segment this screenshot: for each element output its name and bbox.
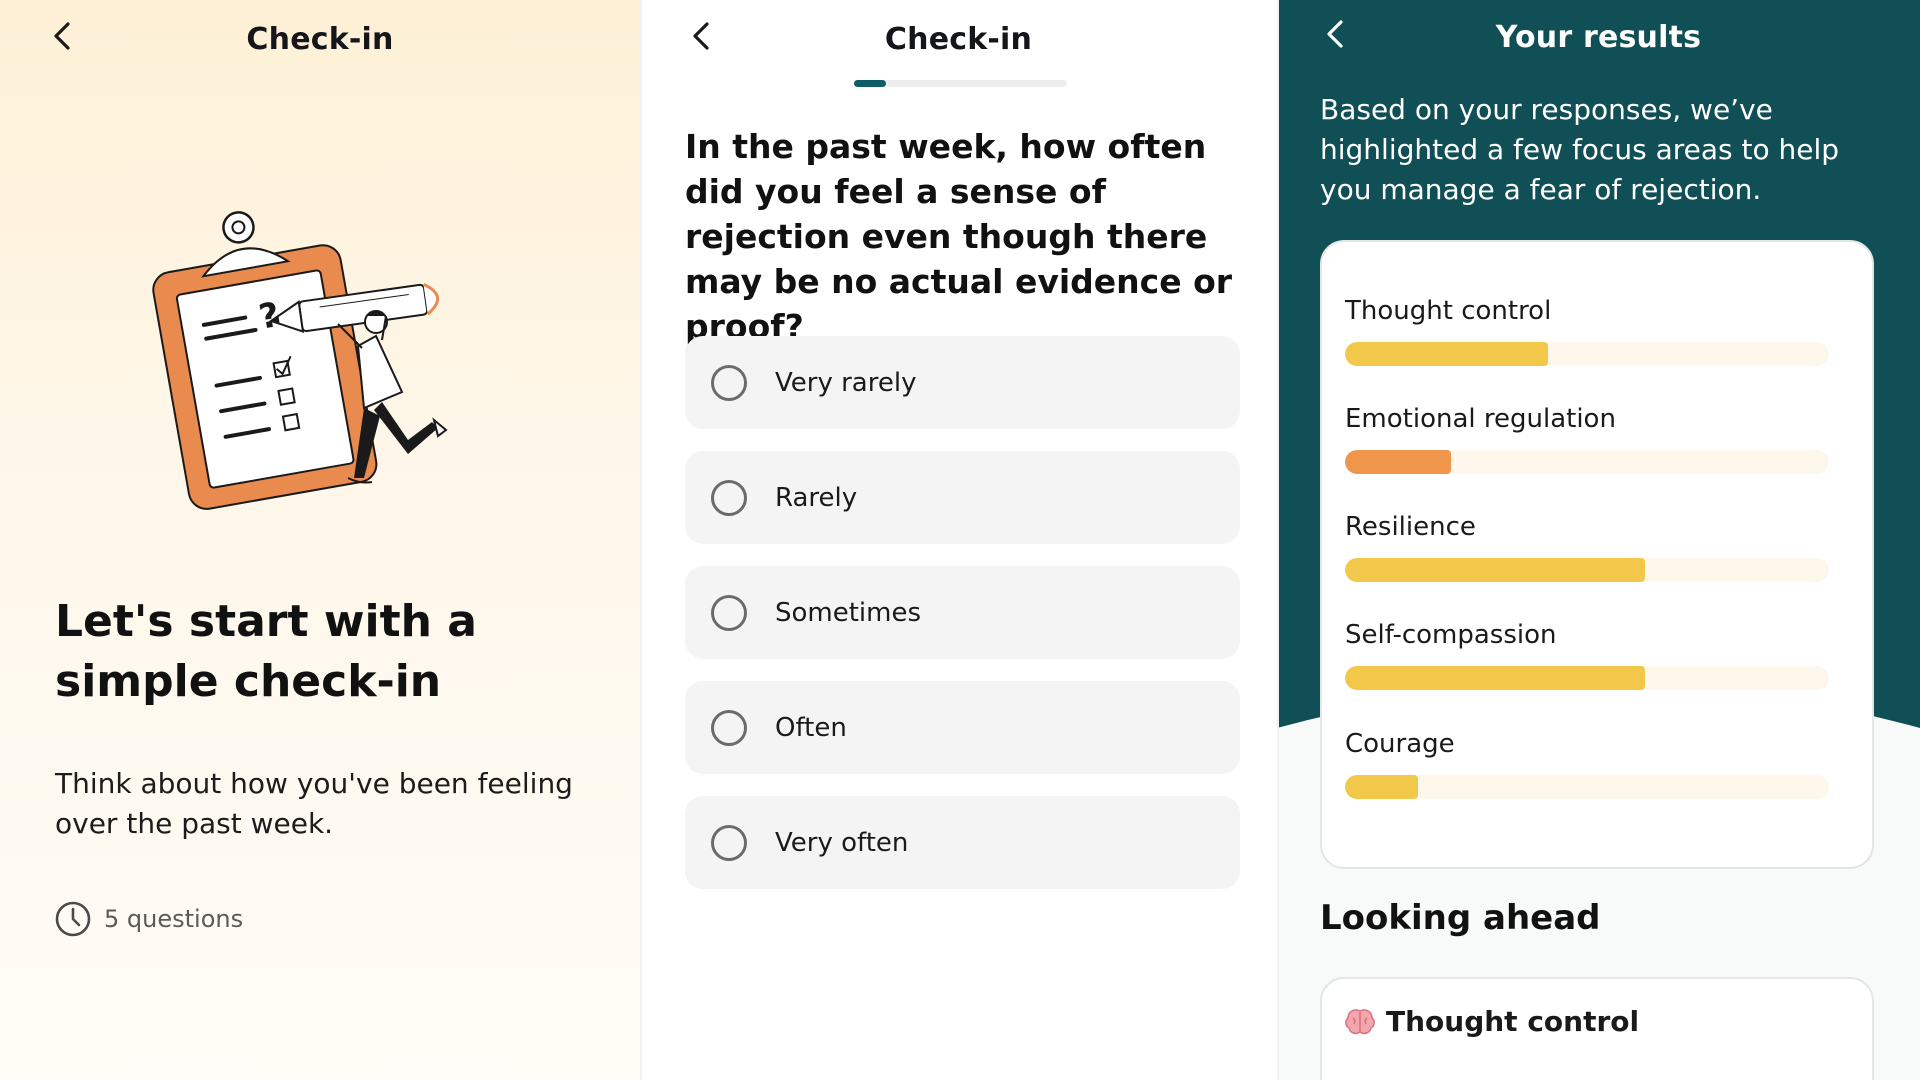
brain-icon [1345,1008,1375,1034]
looking-ahead-card-title: Thought control [1344,1005,1639,1038]
option-sometimes[interactable]: Sometimes [685,566,1240,659]
radio-unchecked-icon[interactable] [711,594,747,631]
intro-description: Think about how you've been feeling over… [55,767,573,840]
card-title-label: Thought control [1386,1005,1640,1038]
results-screen: Your results Based on your responses, we… [1277,0,1920,1080]
metric-bar-track [1345,342,1829,366]
metric-bar-track [1345,558,1829,582]
metric-self-compassion: Self-compassion [1345,620,1829,690]
metric-label: Courage [1345,729,1455,759]
metric-label: Resilience [1345,512,1476,542]
looking-ahead-heading: Looking ahead [1320,898,1601,938]
radio-unchecked-icon[interactable] [711,709,747,746]
metric-label: Emotional regulation [1345,404,1616,434]
progress-bar [854,80,1067,87]
panel-divider [640,0,642,1080]
metric-bar-fill [1345,342,1549,366]
metric-bar-fill [1345,775,1418,799]
metric-bar-fill [1345,666,1646,690]
page-title: Your results [1495,20,1702,55]
top-bar: Check-in [640,0,1277,84]
question-text: In the past week, how often did you feel… [685,127,1233,346]
checkin-intro-screen: Check-in ? Let's start with a simple che… [0,0,640,1080]
option-label: Very rarely [775,367,917,398]
clipboard-illustration: ? [152,211,448,510]
option-very-often[interactable]: Very often [685,796,1240,889]
option-label: Sometimes [775,597,922,628]
results-intro: Based on your responses, we’ve highlight… [1320,93,1840,206]
page-title: Check-in [884,22,1033,57]
intro-headline: Let's start with a simple check-in [55,596,477,707]
metric-bar-fill [1345,558,1646,582]
results-card: Thought control Emotional regulation Res… [1320,240,1874,869]
page-title: Check-in [246,22,394,57]
option-very-rarely[interactable]: Very rarely [685,336,1240,429]
top-bar: Check-in [0,0,640,84]
progress-fill [854,80,886,87]
option-label: Rarely [775,482,858,513]
metric-emotional-regulation: Emotional regulation [1345,404,1829,474]
metric-label: Thought control [1345,296,1552,326]
checkin-question-screen: Check-in In the past week, how often did… [640,0,1277,1080]
metric-bar-fill [1345,450,1452,474]
metric-resilience: Resilience [1345,512,1829,582]
option-label: Often [775,712,847,743]
metric-label: Self-compassion [1345,620,1557,650]
metric-courage: Courage [1345,729,1829,799]
question-count: 5 questions [54,900,243,938]
metric-bar-track [1345,450,1829,474]
option-often[interactable]: Often [685,681,1240,774]
clock-icon [55,901,91,937]
radio-unchecked-icon[interactable] [711,364,747,401]
radio-unchecked-icon[interactable] [711,824,747,861]
looking-ahead-card[interactable]: Thought control [1320,977,1874,1080]
metric-thought-control: Thought control [1345,296,1829,366]
metric-bar-track [1345,666,1829,690]
panel-divider [1277,0,1279,1080]
metric-bar-track [1345,775,1829,799]
option-label: Very often [775,827,909,858]
radio-unchecked-icon[interactable] [711,479,747,516]
question-count-label: 5 questions [104,905,244,933]
answer-options: Very rarely Rarely Sometimes Often Very … [685,336,1240,911]
option-rarely[interactable]: Rarely [685,451,1240,544]
top-bar: Your results [1277,0,1920,84]
